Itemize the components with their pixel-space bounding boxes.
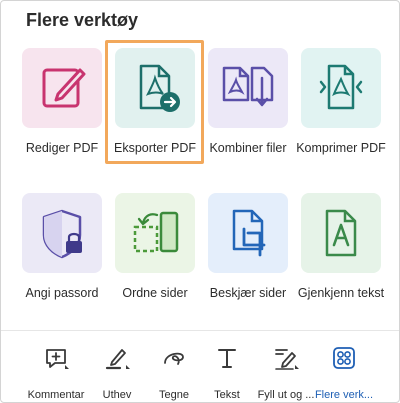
- tool-organize-pages[interactable]: Ordne sider: [107, 193, 203, 303]
- tool-label: Komprimer PDF: [296, 141, 386, 155]
- toolbar-more-tools[interactable]: Flere verk...: [309, 341, 379, 401]
- selected-tool-outline: [105, 40, 204, 164]
- tool-label: Rediger PDF: [25, 141, 99, 155]
- tool-label: Kombiner filer: [209, 141, 287, 155]
- tool-set-password[interactable]: Angi passord: [14, 193, 110, 303]
- bottom-toolbar: Kommentar Uthev Tegne Tekst Fyll ut og .…: [0, 331, 400, 403]
- compress-pdf-icon: [319, 64, 363, 110]
- tool-label: Angi passord: [25, 286, 99, 300]
- tool-label: Ordne sider: [122, 286, 188, 300]
- organize-pages-icon: [133, 211, 179, 253]
- fill-sign-icon: [275, 349, 299, 370]
- tool-tile: [301, 193, 381, 273]
- highlight-icon: [105, 349, 130, 370]
- comment-icon: [46, 349, 69, 369]
- tool-tile: [22, 48, 102, 128]
- text-icon: [218, 349, 236, 368]
- tool-tile: [208, 48, 288, 128]
- edit-pencil-icon: [42, 68, 86, 108]
- recognize-text-icon: [325, 209, 357, 257]
- toolbar-label: Flere verk...: [314, 389, 374, 401]
- tool-crop-pages[interactable]: Beskjær sider: [200, 193, 296, 303]
- tool-edit-pdf[interactable]: Rediger PDF: [14, 48, 110, 158]
- tool-tile: [22, 193, 102, 273]
- tool-tile: [208, 193, 288, 273]
- tool-combine-files[interactable]: Kombiner filer: [200, 48, 296, 158]
- tool-label: Gjenkjenn tekst: [297, 286, 385, 300]
- crop-pages-icon: [232, 209, 266, 257]
- more-tools-icon: [333, 347, 355, 369]
- draw-icon: [164, 352, 184, 365]
- combine-files-icon: [222, 66, 274, 107]
- tool-recognize-text[interactable]: Gjenkjenn tekst: [293, 193, 389, 319]
- password-shield-icon: [42, 209, 82, 259]
- tool-label: Beskjær sider: [209, 286, 287, 300]
- tool-tile: [301, 48, 381, 128]
- tool-tile: [115, 193, 195, 273]
- tool-compress-pdf[interactable]: Komprimer PDF: [293, 48, 389, 174]
